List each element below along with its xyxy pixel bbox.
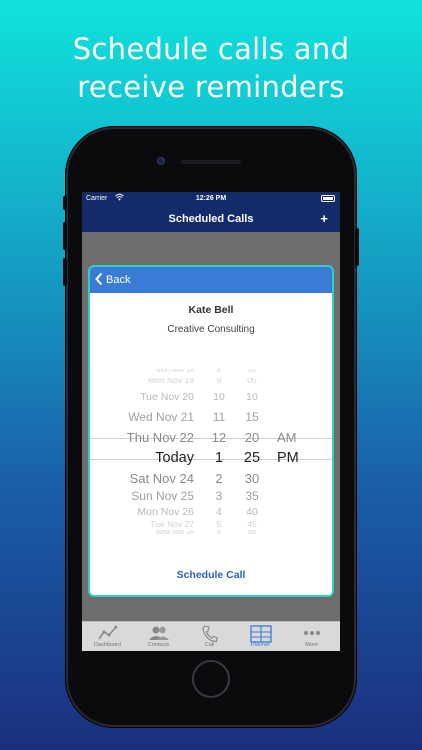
picker-date: Mon Nov 19 — [148, 378, 194, 383]
picker-date: Tue Nov 20 — [140, 392, 194, 403]
back-label: Back — [106, 274, 131, 286]
date-time-picker[interactable]: Mon Nov 18 8 05 Mon Nov 19 9 05 Tue Nov 20 10 10… — [90, 369, 332, 535]
picker-hour: 4 — [216, 507, 222, 518]
chevron-left-icon — [95, 272, 103, 289]
page-title: Scheduled Calls — [168, 213, 254, 225]
picker-minute: 25 — [243, 450, 261, 466]
contacts-icon — [133, 622, 184, 642]
volume-up-button — [63, 222, 67, 250]
picker-hour: 12 — [211, 430, 227, 445]
picker-hour: 3 — [215, 490, 223, 503]
picker-hour: 2 — [215, 471, 223, 486]
tab-contacts[interactable]: Contacts — [133, 622, 184, 651]
picker-date: Wed Nov 28 — [155, 530, 194, 535]
picker-row[interactable]: Wed Nov 21 11 15 — [90, 411, 332, 424]
picker-minute: 05 — [248, 369, 256, 373]
picker-date: Today — [155, 450, 194, 466]
picker-row[interactable]: Sun Nov 25 3 35 — [90, 490, 332, 503]
picker-date: Wed Nov 21 — [128, 411, 194, 424]
headline-line-2: receive reminders — [77, 70, 345, 104]
status-bar: Carrier 12:26 PM — [82, 192, 340, 206]
picker-row[interactable]: Sat Nov 24 2 30 — [90, 471, 332, 486]
planner-icon — [235, 622, 286, 643]
picker-hour: 5 — [216, 520, 222, 528]
tab-bar: Dashboard Contacts Call Planner More — [82, 621, 340, 651]
back-button[interactable]: Back — [90, 267, 332, 293]
tab-label: Dashboard — [94, 642, 121, 648]
picker-minute: 15 — [245, 411, 259, 424]
phone-icon — [184, 622, 235, 643]
schedule-call-dialog: Back Kate Bell Creative Consulting Mon N… — [88, 265, 334, 597]
picker-row[interactable]: Tue Nov 20 10 10 — [90, 392, 332, 403]
picker-row[interactable]: Mon Nov 19 9 05 — [90, 378, 332, 383]
tab-label: Call — [204, 642, 215, 648]
picker-minute: 30 — [244, 471, 260, 486]
volume-down-button — [63, 258, 67, 286]
picker-date: Thu Nov 22 — [126, 430, 194, 445]
picker-ampm: AM — [277, 430, 297, 445]
picker-minute: 40 — [246, 507, 258, 518]
tab-planner[interactable]: Planner — [235, 622, 286, 651]
earpiece — [181, 160, 241, 164]
picker-row[interactable]: Tue Nov 27 5 45 — [90, 520, 332, 528]
picker-minute: 45 — [247, 520, 257, 528]
picker-date: Mon Nov 26 — [137, 507, 194, 518]
picker-minute: 10 — [246, 392, 258, 403]
tab-label: More — [305, 642, 318, 648]
power-button — [355, 228, 359, 266]
picker-row[interactable]: Thu Nov 22 12 20 AM — [90, 430, 332, 445]
picker-date: Tue Nov 27 — [150, 520, 194, 528]
phone-screen: Carrier 12:26 PM Scheduled Calls + Back … — [82, 192, 340, 651]
picker-row-selected[interactable]: Today 1 25 PM — [90, 450, 332, 467]
tab-more[interactable]: More — [286, 622, 337, 651]
picker-hour: 10 — [213, 392, 225, 403]
headline-line-1: Schedule calls and — [72, 32, 350, 66]
picker-date: Sun Nov 25 — [131, 490, 194, 503]
more-icon — [286, 622, 337, 642]
tab-label: Planner — [251, 642, 270, 648]
picker-minute: 50 — [248, 530, 256, 535]
home-button[interactable] — [192, 660, 230, 698]
status-time: 12:26 PM — [195, 195, 227, 202]
picker-hour: 6 — [217, 530, 221, 535]
picker-hour: 11 — [212, 411, 226, 424]
dashboard-icon — [82, 622, 133, 642]
picker-row[interactable]: Mon Nov 26 4 40 — [90, 507, 332, 518]
picker-minute: 20 — [244, 430, 260, 445]
tab-call[interactable]: Call — [184, 622, 235, 651]
add-button[interactable]: + — [320, 211, 328, 226]
picker-ampm: PM — [277, 450, 299, 466]
picker-date: Sat Nov 24 — [129, 471, 194, 486]
contact-company: Creative Consulting — [167, 324, 255, 335]
headline: Schedule calls and receive reminders — [0, 30, 422, 106]
tab-dashboard[interactable]: Dashboard — [82, 622, 133, 651]
contact-name: Kate Bell — [188, 304, 234, 316]
picker-row[interactable]: Mon Nov 18 8 05 — [90, 369, 332, 373]
mute-switch — [63, 196, 67, 210]
battery-icon — [321, 195, 335, 202]
picker-row[interactable]: Wed Nov 28 6 50 — [90, 530, 332, 535]
picker-minute: 35 — [245, 490, 259, 503]
tab-label: Contacts — [147, 642, 170, 648]
picker-hour: 9 — [216, 378, 222, 383]
nav-bar: Scheduled Calls + — [82, 206, 340, 232]
picker-hour: 8 — [217, 369, 221, 373]
schedule-call-button[interactable]: Schedule Call — [90, 569, 332, 581]
picker-hour: 1 — [214, 450, 224, 466]
front-camera — [157, 157, 165, 165]
picker-minute: 05 — [247, 378, 257, 383]
picker-date: Mon Nov 18 — [156, 369, 194, 373]
